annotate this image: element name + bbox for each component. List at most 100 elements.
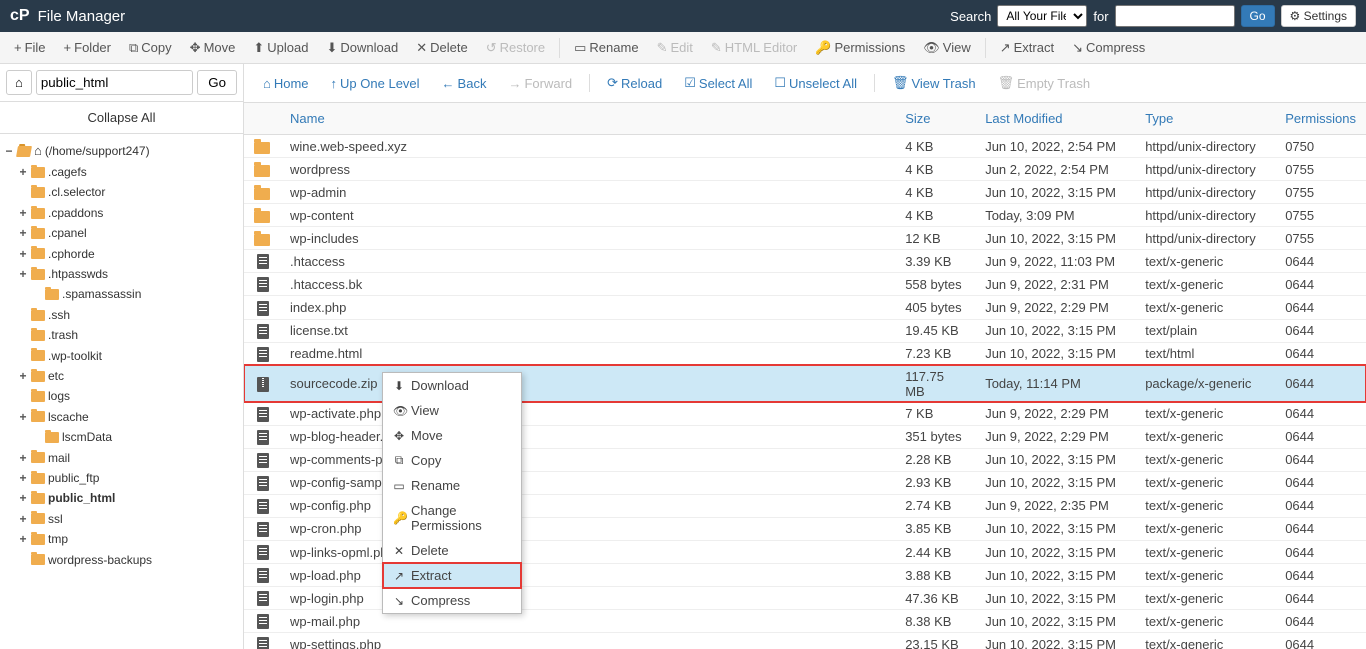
compress-button[interactable]: ↘Compress: [1064, 36, 1153, 60]
context-rename[interactable]: ▭Rename: [383, 473, 521, 498]
tree-node[interactable]: +etc: [4, 366, 239, 386]
search-scope-select[interactable]: All Your Files: [997, 5, 1087, 27]
tree-node[interactable]: +.cpanel: [4, 223, 239, 243]
context-move[interactable]: ✥Move: [383, 423, 521, 448]
context-compress[interactable]: ↘Compress: [383, 588, 521, 613]
table-row[interactable]: wp-admin4 KBJun 10, 2022, 3:15 PMhttpd/u…: [244, 181, 1366, 204]
tree-node[interactable]: .trash: [4, 325, 239, 345]
reload-button[interactable]: ⟳Reload: [598, 70, 671, 96]
context-extract[interactable]: ↗Extract: [383, 563, 521, 588]
extract-button[interactable]: ↗Extract: [992, 36, 1062, 60]
path-go-button[interactable]: Go: [197, 70, 237, 95]
file-perms: 0644: [1275, 587, 1366, 610]
context-view[interactable]: 👁View: [383, 398, 521, 423]
upload-button[interactable]: ⬆Upload: [245, 36, 316, 60]
select-all-button[interactable]: ☑Select All: [675, 70, 761, 96]
tree-expand-icon[interactable]: +: [18, 223, 28, 243]
collapse-all-button[interactable]: Collapse All: [0, 102, 243, 134]
context-change-permissions[interactable]: 🔑Change Permissions: [383, 498, 521, 538]
tree-node[interactable]: .spamassassin: [4, 284, 239, 304]
table-row[interactable]: .htaccess3.39 KBJun 9, 2022, 11:03 PMtex…: [244, 250, 1366, 273]
table-row[interactable]: wp-content4 KBToday, 3:09 PMhttpd/unix-d…: [244, 204, 1366, 227]
view-button[interactable]: 👁View: [915, 36, 978, 60]
move-button[interactable]: ✥Move: [182, 36, 244, 60]
tree-expand-icon[interactable]: +: [18, 488, 28, 508]
table-row[interactable]: wordpress4 KBJun 2, 2022, 2:54 PMhttpd/u…: [244, 158, 1366, 181]
file-table-wrap[interactable]: Name Size Last Modified Type Permissions…: [244, 103, 1366, 649]
folder-icon: [45, 289, 59, 300]
search-go-button[interactable]: Go: [1241, 5, 1275, 27]
file-type: text/x-generic: [1135, 541, 1275, 564]
file-type: text/x-generic: [1135, 250, 1275, 273]
new-file-button[interactable]: +File: [6, 36, 54, 59]
tree-collapse-icon[interactable]: −: [4, 141, 14, 161]
tree-root[interactable]: − ⌂ (/home/support247): [4, 140, 239, 162]
tree-expand-icon[interactable]: +: [18, 366, 28, 386]
tree-node[interactable]: +tmp: [4, 529, 239, 549]
search-input[interactable]: [1115, 5, 1235, 27]
context-delete[interactable]: ✕ Delete: [383, 538, 521, 563]
tree-expand-icon[interactable]: +: [18, 407, 28, 427]
col-modified[interactable]: Last Modified: [975, 103, 1135, 135]
back-button[interactable]: ←Back: [433, 71, 496, 96]
tree-node[interactable]: +ssl: [4, 509, 239, 529]
tree-node[interactable]: +public_ftp: [4, 468, 239, 488]
tree-expand-icon[interactable]: +: [18, 529, 28, 549]
view-trash-button[interactable]: 🗑View Trash: [883, 70, 985, 96]
tree-expand-icon[interactable]: +: [18, 468, 28, 488]
col-name[interactable]: Name: [280, 103, 895, 135]
tree-expand-icon[interactable]: +: [18, 162, 28, 182]
tree-expand-icon[interactable]: +: [18, 264, 28, 284]
tree-node[interactable]: +.htpasswds: [4, 264, 239, 284]
doc-icon: [257, 614, 269, 629]
col-type[interactable]: Type: [1135, 103, 1275, 135]
settings-button[interactable]: ⚙ Settings: [1281, 5, 1356, 27]
rename-button[interactable]: ▭Rename: [566, 36, 646, 60]
tree-node[interactable]: +public_html: [4, 488, 239, 508]
path-home-button[interactable]: ⌂: [6, 70, 32, 95]
tree-node[interactable]: wordpress-backups: [4, 550, 239, 570]
path-input[interactable]: [36, 70, 193, 95]
tree-expand-icon[interactable]: +: [18, 448, 28, 468]
table-row[interactable]: index.php405 bytesJun 9, 2022, 2:29 PMte…: [244, 296, 1366, 319]
col-size[interactable]: Size: [895, 103, 975, 135]
doc-icon: [257, 347, 269, 362]
permissions-button[interactable]: 🔑Permissions: [807, 36, 913, 60]
toolbar-label: Rename: [589, 40, 638, 55]
up-button[interactable]: ↑Up One Level: [322, 71, 429, 96]
tree-node[interactable]: +.cpaddons: [4, 203, 239, 223]
tree-expand-icon[interactable]: +: [18, 509, 28, 529]
tree-node[interactable]: +lscache: [4, 407, 239, 427]
new-folder-icon: +: [64, 40, 72, 55]
tree-node[interactable]: +.cagefs: [4, 162, 239, 182]
new-folder-button[interactable]: +Folder: [56, 36, 119, 59]
col-icon[interactable]: [244, 103, 280, 135]
copy-button[interactable]: ⧉Copy: [121, 36, 180, 60]
table-row[interactable]: .htaccess.bk558 bytesJun 9, 2022, 2:31 P…: [244, 273, 1366, 296]
context-copy[interactable]: ⧉Copy: [383, 448, 521, 473]
table-row[interactable]: readme.html7.23 KBJun 10, 2022, 3:15 PMt…: [244, 342, 1366, 365]
table-row[interactable]: license.txt19.45 KBJun 10, 2022, 3:15 PM…: [244, 319, 1366, 342]
folder-icon: [31, 269, 45, 280]
context-download[interactable]: ⬇Download: [383, 373, 521, 398]
table-row[interactable]: wp-settings.php23.15 KBJun 10, 2022, 3:1…: [244, 633, 1366, 649]
tree-node[interactable]: logs: [4, 386, 239, 406]
tree-expand-icon[interactable]: +: [18, 244, 28, 264]
home-button[interactable]: ⌂Home: [254, 71, 318, 96]
tree-node[interactable]: lscmData: [4, 427, 239, 447]
tree-node[interactable]: +.cphorde: [4, 244, 239, 264]
download-button[interactable]: ⬇Download: [318, 36, 406, 60]
tree-expand-icon[interactable]: +: [18, 203, 28, 223]
col-perms[interactable]: Permissions: [1275, 103, 1366, 135]
folder-icon: [31, 187, 45, 198]
tree-node[interactable]: +mail: [4, 448, 239, 468]
table-row[interactable]: wine.web-speed.xyz4 KBJun 10, 2022, 2:54…: [244, 135, 1366, 158]
tree-node[interactable]: .ssh: [4, 305, 239, 325]
delete-button[interactable]: ✕Delete: [408, 36, 475, 60]
tree-node[interactable]: .wp-toolkit: [4, 346, 239, 366]
tree-node[interactable]: .cl.selector: [4, 182, 239, 202]
delete-icon: ✕: [393, 544, 405, 558]
table-row[interactable]: wp-includes12 KBJun 10, 2022, 3:15 PMhtt…: [244, 227, 1366, 250]
unselect-all-button[interactable]: ☐Unselect All: [765, 70, 866, 96]
context-label: Delete: [411, 543, 449, 558]
